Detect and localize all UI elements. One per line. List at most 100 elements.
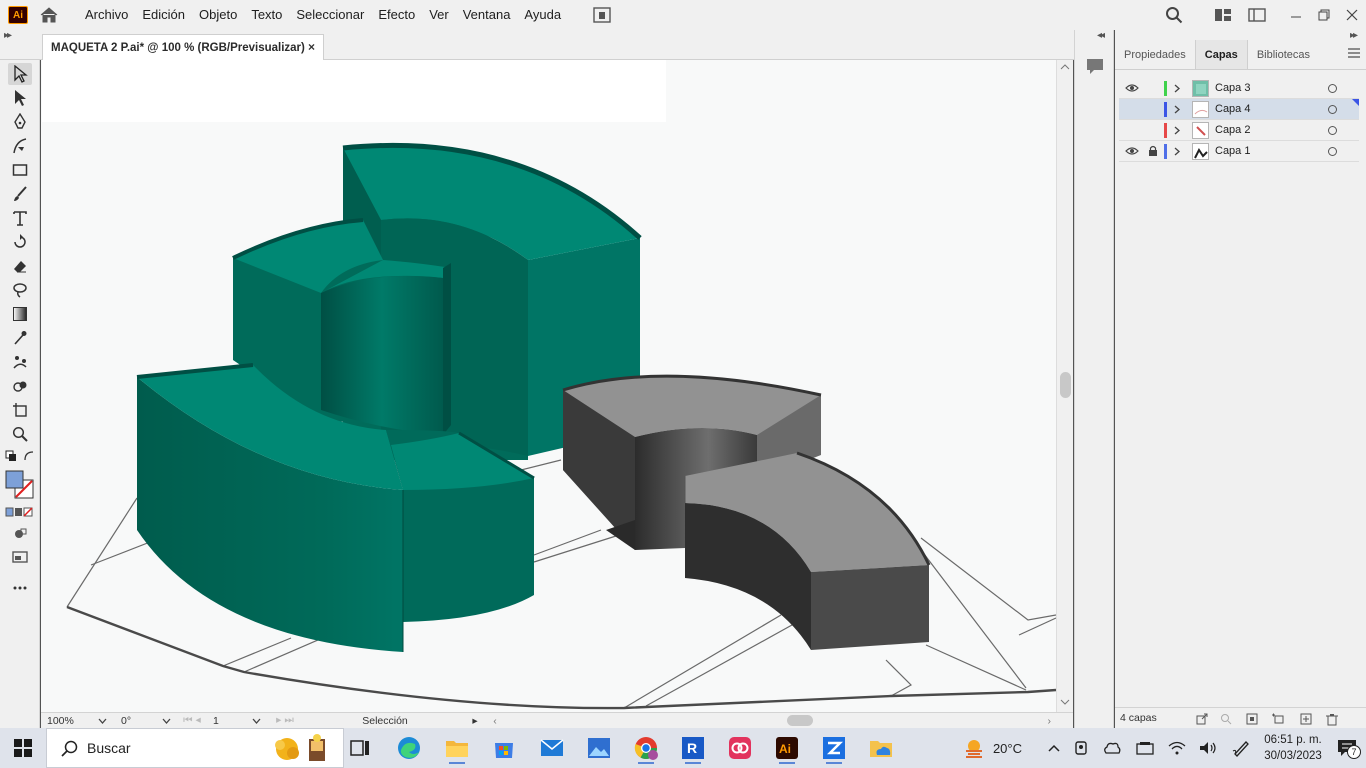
default-colors-icon[interactable] <box>4 449 18 463</box>
volume-icon[interactable] <box>1192 741 1224 755</box>
workspace-icon[interactable] <box>1211 3 1235 27</box>
layer-row[interactable]: Capa 4 <box>1119 99 1359 120</box>
tab-capas[interactable]: Capas <box>1194 40 1248 69</box>
arrange-documents-icon[interactable] <box>592 6 612 24</box>
lasso-tool-icon[interactable] <box>8 279 32 301</box>
layer-row[interactable]: Capa 1 <box>1119 141 1359 162</box>
rectangle-tool-icon[interactable] <box>8 159 32 181</box>
rotation-field[interactable]: 0° <box>111 713 175 729</box>
new-layer-icon[interactable] <box>1299 712 1313 726</box>
last-artboard-icon[interactable]: ▸ ⏭ <box>265 713 305 729</box>
menu-texto[interactable]: Texto <box>244 0 289 30</box>
vertical-scrollbar[interactable] <box>1056 60 1073 712</box>
status-menu-icon[interactable]: ▸ <box>465 713 485 729</box>
selection-tool-icon[interactable] <box>8 63 32 85</box>
menu-edicion[interactable]: Edición <box>135 0 192 30</box>
artboard-tool-icon[interactable] <box>8 399 32 421</box>
shape-builder-tool-icon[interactable] <box>8 375 32 397</box>
taskbar-clock[interactable]: 06:51 p. m. 30/03/2023 <box>1258 732 1328 764</box>
weather-temperature[interactable]: 20°C <box>993 741 1022 756</box>
scroll-left-icon[interactable]: ‹ <box>485 713 505 729</box>
architectural-model-drawing[interactable] <box>41 60 1056 712</box>
zoom-tool-icon[interactable] <box>8 423 32 445</box>
gradient-tool-icon[interactable] <box>8 303 32 325</box>
close-document-icon[interactable]: × <box>308 40 315 54</box>
vertical-scroll-thumb[interactable] <box>1060 372 1071 398</box>
direct-selection-tool-icon[interactable] <box>8 87 32 109</box>
windows-start-icon[interactable] <box>0 728 46 768</box>
notifications-icon[interactable]: 7 <box>1328 739 1366 759</box>
horizontal-scroll-thumb[interactable] <box>787 715 813 726</box>
file-explorer-icon[interactable] <box>441 732 473 764</box>
menu-seleccionar[interactable]: Seleccionar <box>289 0 371 30</box>
first-artboard-icon[interactable]: ⏮ ◂ <box>175 713 209 729</box>
photos-icon[interactable] <box>583 732 615 764</box>
taskbar-search-box[interactable]: Buscar <box>46 728 344 768</box>
panel-menu-icon[interactable] <box>1348 48 1360 58</box>
layer-row[interactable]: Capa 3 <box>1119 78 1359 99</box>
menu-ver[interactable]: Ver <box>422 0 456 30</box>
collapse-toolbar-icon[interactable]: ▸▸ <box>4 30 12 41</box>
layer-name[interactable]: Capa 1 <box>1215 145 1250 157</box>
puppet-warp-tool-icon[interactable] <box>8 351 32 373</box>
layer-name[interactable]: Capa 2 <box>1215 124 1250 136</box>
canvas[interactable] <box>41 60 1056 712</box>
meet-now-icon[interactable] <box>1066 740 1096 756</box>
type-tool-icon[interactable] <box>8 207 32 229</box>
expand-panels-icon[interactable]: ◂◂ <box>1097 30 1105 41</box>
gray-block-front[interactable] <box>684 451 931 650</box>
weather-icon[interactable] <box>961 735 987 761</box>
scroll-right-icon[interactable]: › <box>1048 713 1052 729</box>
pen-tool-icon[interactable] <box>8 111 32 133</box>
lock-icon[interactable] <box>1146 144 1160 158</box>
locate-object-icon[interactable] <box>1219 712 1233 726</box>
edge-icon[interactable] <box>393 732 425 764</box>
onedrive-folder-icon[interactable] <box>865 732 897 764</box>
chrome-icon[interactable] <box>630 732 662 764</box>
screen-mode-icon[interactable] <box>8 546 32 568</box>
lock-toggle[interactable] <box>1146 123 1160 137</box>
artboard-number-field[interactable]: 1 <box>209 713 265 729</box>
menu-ayuda[interactable]: Ayuda <box>517 0 568 30</box>
trash-icon[interactable] <box>1325 712 1339 726</box>
curvature-tool-icon[interactable] <box>8 135 32 157</box>
menu-ventana[interactable]: Ventana <box>456 0 518 30</box>
menu-archivo[interactable]: Archivo <box>78 0 135 30</box>
tab-propiedades[interactable]: Propiedades <box>1115 40 1195 69</box>
zoom-app-icon[interactable] <box>818 732 850 764</box>
creative-cloud-icon[interactable] <box>724 732 756 764</box>
eyedropper-tool-icon[interactable] <box>8 327 32 349</box>
eraser-tool-icon[interactable] <box>8 255 32 277</box>
layer-row[interactable]: Capa 2 <box>1119 120 1359 141</box>
clipping-mask-icon[interactable] <box>1245 712 1259 726</box>
chevron-up-icon[interactable] <box>1042 741 1066 755</box>
target-icon[interactable] <box>1328 104 1337 114</box>
chevron-right-icon[interactable] <box>1172 123 1182 137</box>
chevron-right-icon[interactable] <box>1172 102 1182 116</box>
tab-bibliotecas[interactable]: Bibliotecas <box>1248 40 1319 69</box>
wifi-icon[interactable] <box>1162 741 1192 755</box>
fill-stroke-swatches[interactable] <box>5 470 35 500</box>
rotate-tool-icon[interactable] <box>8 231 32 253</box>
eye-icon[interactable] <box>1125 144 1139 158</box>
usb-device-icon[interactable] <box>1128 741 1162 755</box>
draw-mode-icon[interactable] <box>8 523 32 545</box>
search-icon[interactable] <box>1162 3 1186 27</box>
home-icon[interactable] <box>38 4 60 26</box>
illustrator-icon[interactable]: Ai <box>771 732 803 764</box>
revit-icon[interactable]: R <box>677 732 709 764</box>
mail-icon[interactable] <box>536 732 568 764</box>
microsoft-store-icon[interactable] <box>488 732 520 764</box>
lock-toggle[interactable] <box>1146 81 1160 95</box>
layer-name[interactable]: Capa 3 <box>1215 82 1250 94</box>
scroll-down-icon[interactable] <box>1060 698 1070 706</box>
target-icon[interactable] <box>1328 125 1337 135</box>
chevron-right-icon[interactable] <box>1172 81 1182 95</box>
new-sublayer-icon[interactable] <box>1271 712 1285 726</box>
pen-menu-icon[interactable] <box>1224 739 1258 757</box>
task-view-icon[interactable] <box>344 732 376 764</box>
paintbrush-tool-icon[interactable] <box>8 183 32 205</box>
document-tab[interactable]: MAQUETA 2 P.ai* @ 100 % (RGB/Previsualiz… <box>42 34 324 60</box>
menu-objeto[interactable]: Objeto <box>192 0 244 30</box>
target-icon[interactable] <box>1328 83 1337 93</box>
